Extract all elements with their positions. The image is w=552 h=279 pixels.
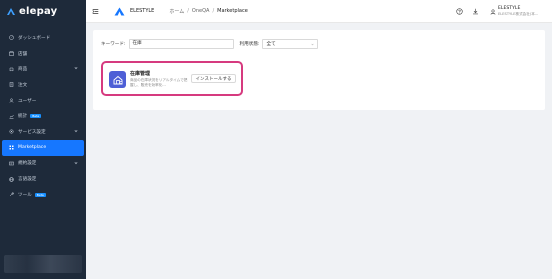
user-menu[interactable]: ELESTYLE ELESTYLE株式会社(本...: [490, 6, 552, 17]
breadcrumb-separator: /: [212, 8, 215, 14]
globe-icon: [9, 176, 14, 182]
sidebar-item-tools[interactable]: ツール Beta: [0, 187, 86, 203]
keyword-label: キーワード:: [101, 42, 126, 47]
settings-icon: [9, 129, 14, 134]
order-icon: [9, 82, 14, 88]
sidebar-item-label: 言語設定: [18, 177, 37, 183]
help-icon[interactable]: [456, 8, 463, 15]
filter-bar: キーワード: 在庫 利用状態: 全て: [101, 39, 319, 49]
document-icon: [9, 161, 14, 166]
sidebar-item-label: Marketplace: [18, 145, 47, 151]
breadcrumb-oneqa[interactable]: OneQA: [192, 8, 210, 14]
sidebar-item-label: サービス設定: [18, 129, 46, 135]
breadcrumb-home[interactable]: ホーム: [169, 8, 184, 15]
status-select[interactable]: 全て: [262, 39, 319, 49]
breadcrumb-current: Marketplace: [217, 8, 248, 14]
menu-toggle-icon[interactable]: [92, 8, 99, 15]
beta-badge: Beta: [30, 114, 42, 119]
sidebar-item-label: 統計: [18, 114, 28, 120]
sidebar-item-terms[interactable]: 規約設定: [0, 156, 86, 172]
elepay-logo-icon: [7, 7, 15, 15]
user-company: ELESTYLE株式会社(本...: [498, 11, 539, 16]
tenant-logo-icon: [114, 6, 125, 16]
keyword-input[interactable]: 在庫: [128, 39, 234, 49]
chevron-down-icon: [74, 161, 78, 164]
install-button[interactable]: インストールする: [191, 74, 236, 83]
sidebar-item-label: 注文: [18, 82, 28, 88]
brand-name: elepay: [19, 6, 58, 17]
sidebar-footer-image: [4, 255, 82, 273]
product-icon: [9, 67, 14, 72]
top-header: ELESTYLE ホーム / OneQA / Marketplace ELEST…: [86, 0, 552, 23]
sidebar-item-label: ユーザー: [18, 98, 37, 104]
sidebar-item-user[interactable]: ユーザー: [0, 93, 86, 109]
sidebar-item-service-settings[interactable]: サービス設定: [0, 124, 86, 140]
chart-icon: [9, 114, 14, 119]
sidebar: elepay ダッシュボード 店舗 商品 注文 ユーザー 統計 Beta サービ…: [0, 0, 86, 279]
chevron-down-icon: [74, 67, 78, 70]
status-label: 利用状態:: [239, 42, 260, 47]
warehouse-icon: [113, 75, 123, 84]
app-description: 商品の在庫状況をリアルタイムで把握し、販売を効率化...: [130, 78, 188, 88]
sidebar-item-store[interactable]: 店舗: [0, 46, 86, 62]
marketplace-panel: キーワード: 在庫 利用状態: 全て 在庫管理 商品の在庫状況をリアルタイムで把…: [93, 30, 545, 110]
sidebar-item-label: 規約設定: [18, 161, 37, 167]
sidebar-item-language[interactable]: 言語設定: [0, 171, 86, 187]
grid-icon: [9, 145, 14, 150]
breadcrumb-separator: /: [187, 8, 189, 14]
beta-badge: Beta: [34, 192, 46, 197]
sidebar-item-label: ツール: [18, 192, 32, 198]
user-info: ELESTYLE ELESTYLE株式会社(本...: [498, 6, 550, 17]
chevron-down-icon: [311, 43, 315, 46]
user-avatar-icon: [490, 9, 496, 15]
tool-icon: [9, 192, 14, 197]
sidebar-nav: ダッシュボード 店舗 商品 注文 ユーザー 統計 Beta サービス設定 Mar…: [0, 30, 86, 203]
store-icon: [9, 51, 14, 56]
app-card-inventory[interactable]: 在庫管理 商品の在庫状況をリアルタイムで把握し、販売を効率化... インストール…: [101, 61, 243, 96]
sidebar-item-label: 商品: [18, 67, 28, 73]
status-select-value: 全て: [266, 42, 276, 47]
sidebar-item-label: 店舗: [18, 51, 28, 57]
breadcrumb: ホーム / OneQA / Marketplace: [169, 8, 247, 15]
inventory-app-icon: [109, 71, 126, 88]
chevron-down-icon: [74, 130, 78, 133]
download-icon[interactable]: [472, 8, 479, 15]
app-title: 在庫管理: [130, 71, 151, 77]
dashboard-icon: [9, 35, 14, 41]
user-icon: [9, 98, 14, 103]
sidebar-item-order[interactable]: 注文: [0, 77, 86, 93]
sidebar-item-label: ダッシュボード: [18, 35, 51, 41]
sidebar-item-stats[interactable]: 統計 Beta: [0, 108, 86, 124]
sidebar-item-product[interactable]: 商品: [0, 61, 86, 77]
sidebar-item-dashboard[interactable]: ダッシュボード: [0, 30, 86, 46]
header-actions: ELESTYLE ELESTYLE株式会社(本...: [456, 0, 552, 23]
sidebar-item-marketplace[interactable]: Marketplace: [2, 139, 84, 156]
brand[interactable]: elepay: [0, 0, 86, 23]
tenant-name: ELESTYLE: [130, 8, 155, 14]
